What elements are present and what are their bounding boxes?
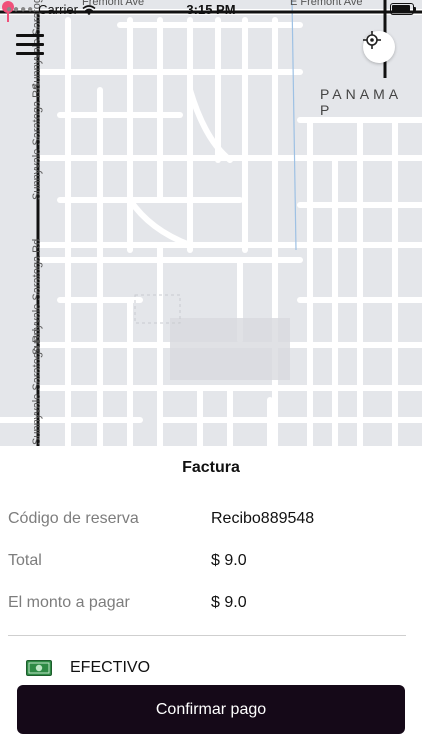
invoice-sheet: Factura Código de reserva Recibo889548 T… xyxy=(0,446,422,750)
locate-me-button[interactable] xyxy=(363,31,395,63)
street-label-saratoga-2: Sunnyvale Saratoga Rd xyxy=(31,83,43,200)
menu-bar xyxy=(16,43,44,46)
menu-bar xyxy=(16,52,44,55)
divider xyxy=(8,635,406,636)
payment-method-label: EFECTIVO xyxy=(70,659,151,676)
crosshair-icon xyxy=(363,31,381,49)
invoice-title: Factura xyxy=(182,459,240,476)
map-roads xyxy=(0,0,422,446)
booking-code-label: Código de reserva xyxy=(8,510,139,527)
battery-icon xyxy=(390,3,416,15)
cash-icon xyxy=(26,660,52,676)
amount-due-label: El monto a pagar xyxy=(8,594,130,611)
street-label-saratoga-4: Sunnyvale Saratoga Rd xyxy=(31,328,43,445)
menu-bar xyxy=(16,34,44,37)
hamburger-menu-icon[interactable] xyxy=(16,34,44,60)
confirm-payment-button[interactable]: Confirmar pago xyxy=(17,685,405,734)
payment-method[interactable]: EFECTIVO xyxy=(26,659,150,677)
map-view[interactable]: Fremont Ave E Fremont Ave Sunnyvale Sara… xyxy=(0,0,422,446)
amount-due-value: $ 9.0 xyxy=(211,594,247,611)
booking-code-value: Recibo889548 xyxy=(211,510,315,527)
total-label: Total xyxy=(8,552,42,569)
total-row: Total $ 9.0 xyxy=(8,552,414,576)
area-label: PANAMA P xyxy=(320,86,402,118)
total-value: $ 9.0 xyxy=(211,552,247,569)
status-bar: ●●●● Carrier 3:15 PM xyxy=(0,0,422,20)
booking-code-row: Código de reserva Recibo889548 xyxy=(8,510,414,534)
clock: 3:15 PM xyxy=(186,2,236,17)
amount-due-row: El monto a pagar $ 9.0 xyxy=(8,594,414,618)
